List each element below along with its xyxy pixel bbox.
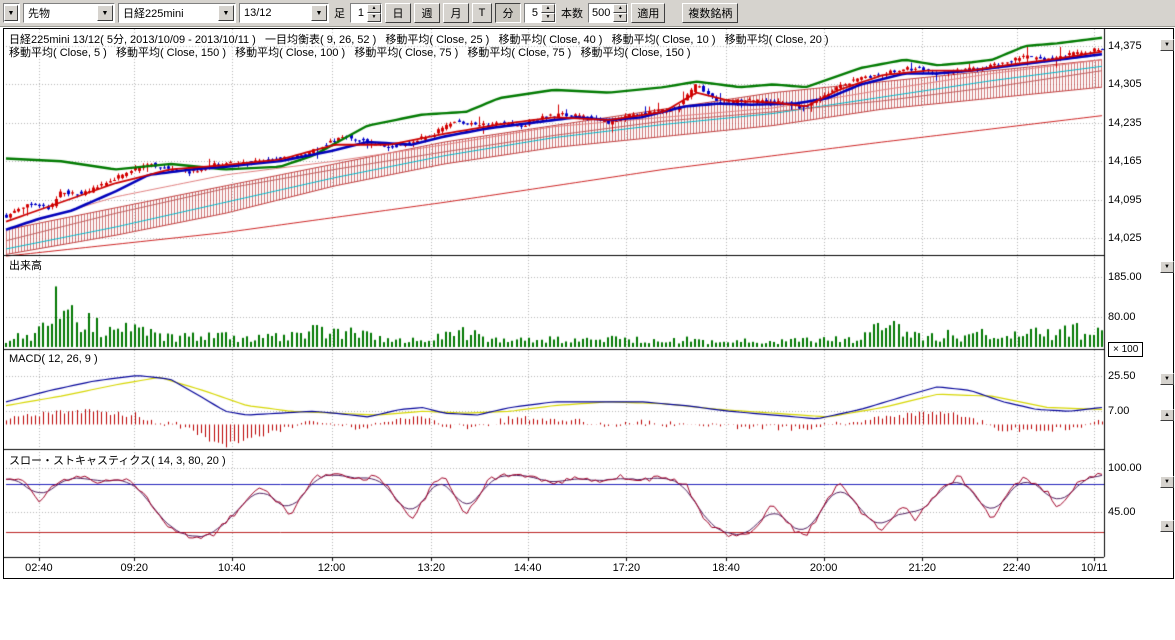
bar-count-spinner[interactable]: 500▲▼	[588, 3, 628, 23]
x-axis-label: 14:40	[514, 562, 542, 574]
price-axis-label: 14,375	[1108, 40, 1142, 52]
bar-count-label: 本数	[559, 5, 585, 21]
stoch-axis-label: 45.00	[1108, 506, 1136, 518]
x-axis-label: 02:40	[25, 562, 53, 574]
minute-value-spinner[interactable]: 5▲▼	[524, 3, 556, 23]
x-axis-label: 22:40	[1003, 562, 1031, 574]
x-axis-label: 21:20	[908, 562, 936, 574]
stoch-axis-label: 100.00	[1108, 462, 1142, 474]
price-axis-label: 14,305	[1108, 78, 1142, 90]
macd-axis-label: 25.50	[1108, 370, 1136, 382]
macd-scale-up-button[interactable]: ▲	[1160, 409, 1174, 421]
price-axis-label: 14,025	[1108, 232, 1142, 244]
spinner-up-icon[interactable]: ▲	[367, 4, 381, 13]
price-axis-label: 14,095	[1108, 194, 1142, 206]
x-axis-label: 18:40	[712, 562, 740, 574]
period-tick-button[interactable]: T	[472, 3, 492, 23]
apply-button[interactable]: 適用	[631, 3, 665, 23]
price-axis-label: 14,235	[1108, 117, 1142, 129]
multi-symbol-button[interactable]: 複数銘柄	[682, 3, 738, 23]
market-select-value: 先物	[28, 5, 50, 21]
x-axis-label: 10/11	[1081, 562, 1108, 574]
contract-select-value: 13/12	[244, 7, 272, 19]
chevron-down-icon: ▼	[97, 5, 113, 21]
macd-axis-label: 7.00	[1108, 405, 1129, 417]
bar-count-value: 500	[589, 7, 613, 19]
volume-panel-label: 出来高	[9, 257, 42, 273]
period-day-button[interactable]: 日	[385, 3, 411, 23]
volume-scale-down-button[interactable]: ▼	[1160, 261, 1174, 273]
chart-legend-line2: 移動平均( Close, 5 ) 移動平均( Close, 150 ) 移動平均…	[9, 44, 691, 60]
volume-axis-label: 80.00	[1108, 311, 1136, 323]
contract-select[interactable]: 13/12 ▼	[239, 3, 329, 23]
stoch-scale-up-button[interactable]: ▲	[1160, 520, 1174, 532]
stoch-scale-down-button[interactable]: ▼	[1160, 476, 1174, 488]
symbol-select[interactable]: 日経225mini ▼	[118, 3, 236, 23]
chevron-down-icon: ▼	[311, 5, 327, 21]
toolbar: ▼ 先物▼ 日経225mini▼ 13/12▼ 足 1▲▼ 日 週 月 T 分 …	[0, 0, 1175, 27]
symbol-select-value: 日経225mini	[123, 5, 184, 21]
volume-unit-box: × 100	[1108, 342, 1143, 357]
x-axis-label: 09:20	[120, 562, 148, 574]
spinner-up-icon[interactable]: ▲	[541, 4, 555, 13]
chevron-down-icon: ▼	[218, 5, 234, 21]
x-axis-label: 17:20	[613, 562, 641, 574]
bar-period-label: 足	[332, 5, 347, 21]
spinner-down-icon[interactable]: ▼	[367, 13, 381, 22]
x-axis-label: 10:40	[218, 562, 246, 574]
market-select[interactable]: 先物 ▼	[23, 3, 115, 23]
macd-scale-down-button[interactable]: ▼	[1160, 373, 1174, 385]
bar-value-spinner[interactable]: 1▲▼	[350, 3, 382, 23]
chart-area: 日経225mini 13/12( 5分, 2013/10/09 - 2013/1…	[3, 28, 1174, 579]
x-axis-label: 20:00	[810, 562, 838, 574]
spinner-up-icon[interactable]: ▲	[613, 4, 627, 13]
period-month-button[interactable]: 月	[443, 3, 469, 23]
macd-panel-label: MACD( 12, 26, 9 )	[9, 353, 98, 365]
spinner-down-icon[interactable]: ▼	[541, 13, 555, 22]
stoch-panel-label: スロー・ストキャスティクス( 14, 3, 80, 20 )	[9, 452, 226, 468]
period-week-button[interactable]: 週	[414, 3, 440, 23]
chevron-down-icon: ▼	[4, 5, 18, 21]
corner-dropdown[interactable]: ▼	[3, 3, 20, 23]
x-axis-label: 12:00	[318, 562, 346, 574]
volume-axis-label: 185.00	[1108, 271, 1142, 283]
bar-value: 1	[351, 7, 367, 19]
x-axis-label: 13:20	[417, 562, 445, 574]
chart-canvas[interactable]	[4, 29, 1106, 579]
minute-value: 5	[525, 7, 541, 19]
price-scale-down-button[interactable]: ▼	[1160, 39, 1174, 51]
period-minute-button[interactable]: 分	[495, 3, 521, 23]
spinner-down-icon[interactable]: ▼	[613, 13, 627, 22]
price-axis-label: 14,165	[1108, 155, 1142, 167]
